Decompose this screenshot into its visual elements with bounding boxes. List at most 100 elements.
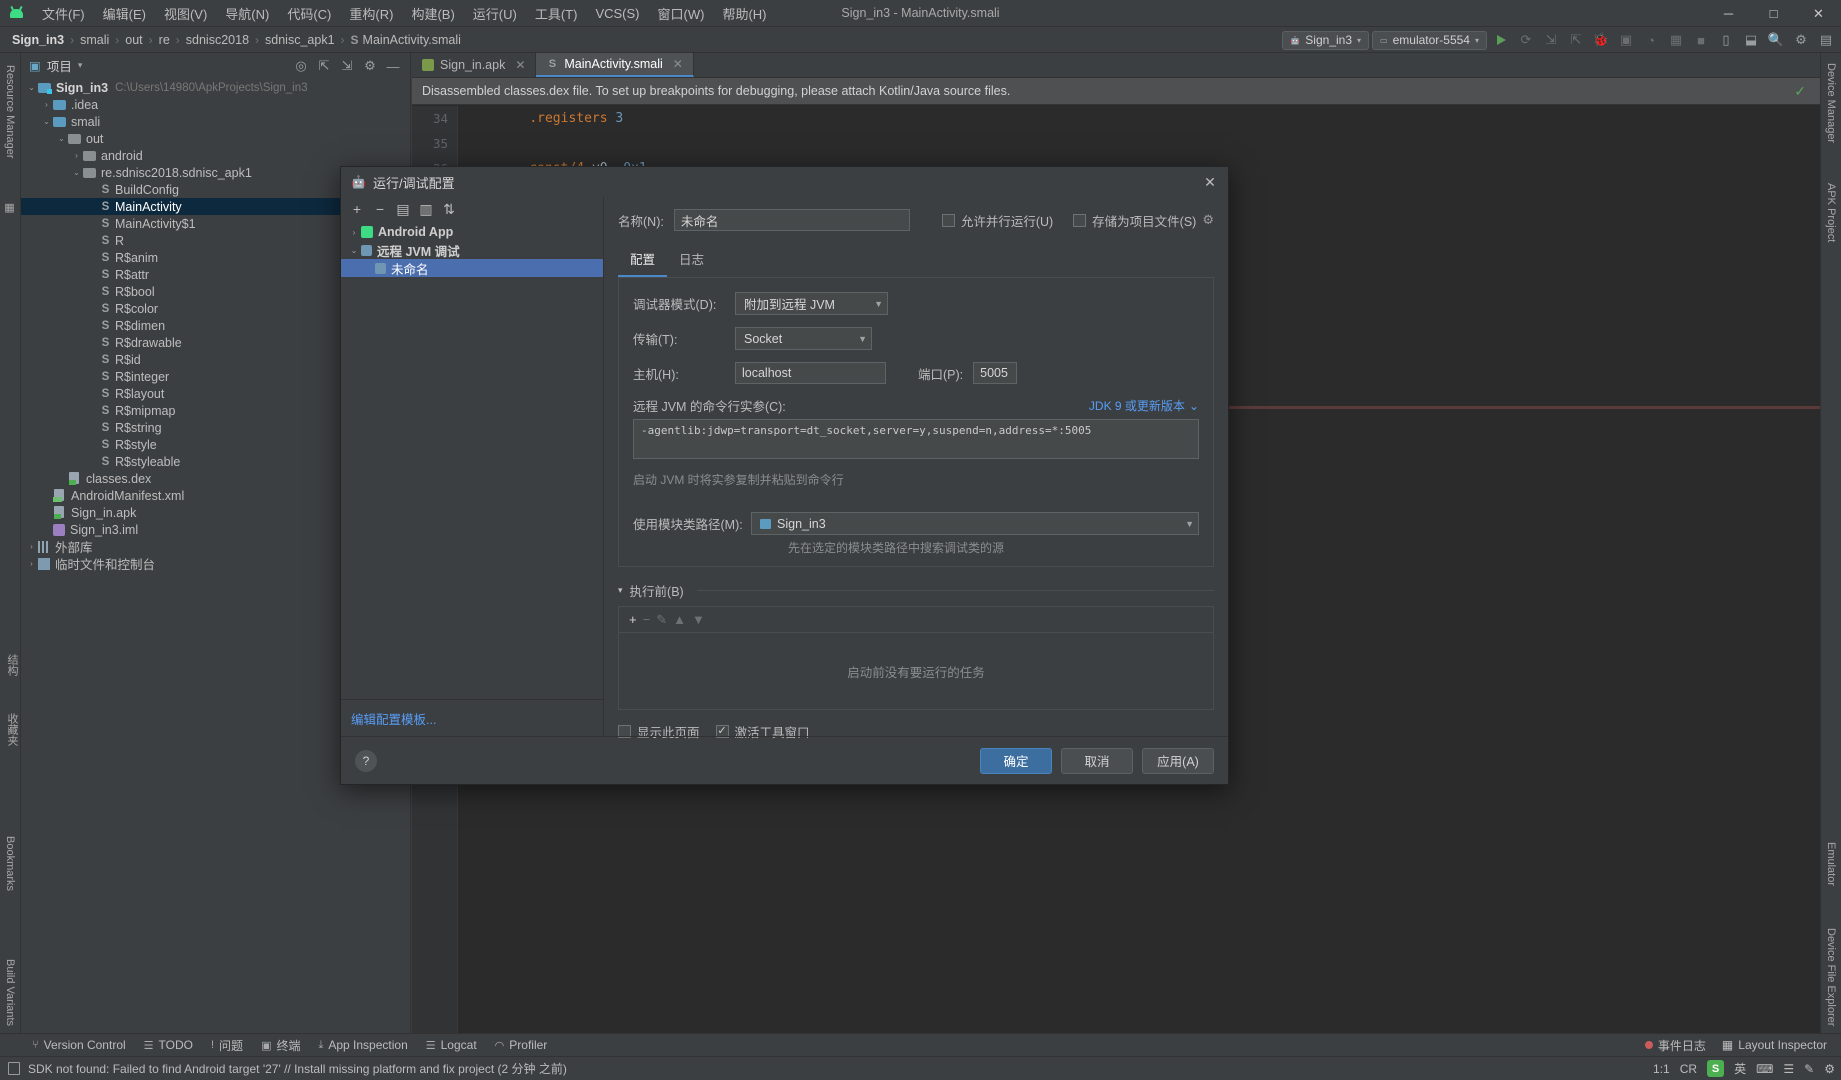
chevron-down-icon[interactable]: ⌄: [55, 134, 68, 143]
tool-window-right[interactable]: 事件日志 ▦ Layout Inspector: [1644, 1036, 1835, 1054]
tree-node-smali[interactable]: ⌄ smali: [21, 113, 410, 130]
close-tab-icon[interactable]: ✕: [515, 58, 525, 72]
run-toolbar[interactable]: 🤖 Sign_in3 ▾ ▭ emulator-5554 ▾ ⟳ ⇲ ⇱ 🐞 ▣…: [1282, 27, 1837, 53]
status-bar-right[interactable]: 1:1 CR S 英 ⌨ ☰ ✎ ⚙: [1653, 1060, 1835, 1077]
config-list-toolbar[interactable]: + − ▤ ▥ ⇅: [341, 197, 603, 221]
ime-icon-4[interactable]: ⚙: [1824, 1062, 1835, 1076]
move-up-icon[interactable]: ▲: [673, 612, 686, 627]
jdk-version-link[interactable]: JDK 9 或更新版本: [1089, 397, 1185, 414]
chevron-down-icon[interactable]: ⌄: [25, 83, 38, 92]
maximize-button[interactable]: □: [1751, 0, 1796, 27]
chevron-down-icon[interactable]: ▾: [78, 60, 83, 71]
breadcrumb-item-3[interactable]: re: [155, 32, 174, 48]
menu-item-0[interactable]: 文件(F): [33, 0, 94, 27]
expand-all-icon[interactable]: ⇲: [336, 55, 358, 77]
menu-item-8[interactable]: 工具(T): [526, 0, 587, 27]
notifications-icon[interactable]: ▤: [1815, 29, 1837, 51]
menu-item-2[interactable]: 视图(V): [155, 0, 216, 27]
stop-icon[interactable]: ■: [1690, 29, 1712, 51]
caret-position[interactable]: 1:1: [1653, 1062, 1670, 1076]
add-config-icon[interactable]: +: [347, 199, 367, 219]
name-input[interactable]: 未命名: [673, 209, 910, 231]
menu-item-4[interactable]: 代码(C): [278, 0, 340, 27]
apply-changes-icon[interactable]: ⇲: [1540, 29, 1562, 51]
tool-button-build-variants[interactable]: Build Variants: [4, 959, 16, 1026]
line-separator[interactable]: CR: [1680, 1062, 1697, 1076]
config-node-2[interactable]: 未命名: [341, 259, 603, 277]
ok-button[interactable]: 确定: [980, 747, 1052, 774]
layout-inspector-icon[interactable]: ▦: [1665, 29, 1687, 51]
tool-button-emulator[interactable]: Emulator: [1825, 842, 1837, 886]
chevron-right-icon[interactable]: ›: [25, 542, 38, 551]
ime-icon-3[interactable]: ✎: [1804, 1062, 1814, 1076]
rerun-icon[interactable]: ⟳: [1515, 29, 1537, 51]
store-project-row[interactable]: 存储为项目文件(S) ⚙: [1073, 211, 1214, 230]
settings-gear-icon[interactable]: ⚙: [1790, 29, 1812, 51]
apply-button[interactable]: 应用(A): [1142, 747, 1214, 774]
ime-icon-2[interactable]: ☰: [1783, 1062, 1794, 1076]
remove-task-icon[interactable]: −: [643, 612, 651, 627]
tree-node-Sign_in3[interactable]: ⌄ Sign_in3 C:\Users\14980\ApkProjects\Sign…: [21, 79, 410, 96]
apk-project-icon[interactable]: ▦: [3, 201, 16, 214]
menu-item-5[interactable]: 重构(R): [340, 0, 402, 27]
editor-tabs[interactable]: Sign_in.apk ✕ S MainActivity.smali ✕: [412, 53, 1820, 78]
before-launch-header[interactable]: ▾ 执行前(B): [618, 581, 1214, 600]
menu-item-7[interactable]: 运行(U): [464, 0, 526, 27]
avd-manager-icon[interactable]: ▯: [1715, 29, 1737, 51]
dialog-close-button[interactable]: ✕: [1200, 172, 1220, 192]
target-icon[interactable]: ◎: [290, 55, 312, 77]
debug-icon[interactable]: 🐞: [1590, 29, 1612, 51]
chevron-right-icon[interactable]: ›: [347, 228, 361, 237]
tool-button-resource-manager[interactable]: Resource Manager: [4, 65, 16, 159]
settings-gear-icon[interactable]: ⚙: [359, 55, 381, 77]
dialog-tab-0[interactable]: 配置: [618, 245, 668, 277]
add-task-icon[interactable]: +: [629, 612, 637, 627]
module-classpath-select[interactable]: Sign_in3 ▼: [751, 512, 1199, 535]
config-node-0[interactable]: › Android App: [341, 223, 603, 241]
gear-icon[interactable]: ⚙: [1202, 212, 1214, 228]
tool-window---[interactable]: ▣ 终端: [253, 1035, 308, 1056]
allow-parallel-checkbox[interactable]: [941, 213, 955, 227]
store-project-checkbox[interactable]: [1073, 213, 1087, 227]
menu-item-6[interactable]: 构建(B): [402, 0, 463, 27]
collapse-all-icon[interactable]: ⇱: [313, 55, 335, 77]
chevron-down-icon[interactable]: ⌄: [1189, 399, 1199, 413]
edit-task-icon[interactable]: ✎: [656, 612, 667, 628]
save-config-icon[interactable]: ▥: [416, 199, 436, 219]
remove-config-icon[interactable]: −: [370, 199, 390, 219]
tool-button-favorites[interactable]: 收藏夹: [4, 713, 20, 746]
tree-node-.idea[interactable]: › .idea: [21, 96, 410, 113]
port-input[interactable]: 5005: [973, 362, 1018, 384]
chevron-down-icon[interactable]: ⌄: [347, 246, 361, 255]
tool-button-structure[interactable]: 结构: [4, 654, 20, 676]
breadcrumb-item-2[interactable]: out: [121, 32, 146, 48]
main-menu[interactable]: 文件(F) 编辑(E) 视图(V) 导航(N) 代码(C) 重构(R) 构建(B) 运行(U)…: [33, 0, 775, 27]
copy-config-icon[interactable]: ▤: [393, 199, 413, 219]
tool-window-App-Inspection[interactable]: ⤓ App Inspection: [310, 1036, 415, 1054]
chevron-right-icon[interactable]: ›: [40, 100, 53, 109]
cancel-button[interactable]: 取消: [1061, 747, 1133, 774]
tool-window-Logcat[interactable]: ☰ Logcat: [418, 1036, 485, 1054]
tool-button-apk-project[interactable]: APK Project: [1825, 183, 1837, 242]
sdk-manager-icon[interactable]: ⬓: [1740, 29, 1762, 51]
run-icon[interactable]: [1490, 29, 1512, 51]
menu-item-3[interactable]: 导航(N): [216, 0, 278, 27]
host-input[interactable]: localhost: [735, 362, 886, 384]
chevron-down-icon[interactable]: ⌄: [40, 117, 53, 126]
tool-window-Profiler[interactable]: ◠ Profiler: [487, 1036, 556, 1054]
profile-icon[interactable]: ◔: [1640, 29, 1662, 51]
move-down-icon[interactable]: ▼: [692, 612, 705, 627]
menu-item-9[interactable]: VCS(S): [586, 2, 648, 25]
ime-icon-1[interactable]: ⌨: [1756, 1062, 1773, 1076]
project-panel-toolbar[interactable]: ◎ ⇱ ⇲ ⚙ —: [290, 55, 404, 77]
apply-code-changes-icon[interactable]: ⇱: [1565, 29, 1587, 51]
close-tab-icon[interactable]: ✕: [673, 57, 683, 71]
input-method-label[interactable]: 英: [1734, 1060, 1746, 1077]
chevron-down-icon[interactable]: ▾: [618, 585, 623, 596]
dialog-action-buttons[interactable]: 确定 取消 应用(A): [980, 747, 1214, 774]
search-icon[interactable]: 🔍: [1765, 29, 1787, 51]
editor-tab-MainActivity.smali[interactable]: S MainActivity.smali ✕: [536, 53, 694, 77]
sort-config-icon[interactable]: ⇅: [439, 199, 459, 219]
breadcrumb[interactable]: Sign_in3 › smali › out › re › sdnisc2018 › sdnisc_…: [0, 32, 465, 48]
chevron-right-icon[interactable]: ›: [25, 559, 38, 568]
